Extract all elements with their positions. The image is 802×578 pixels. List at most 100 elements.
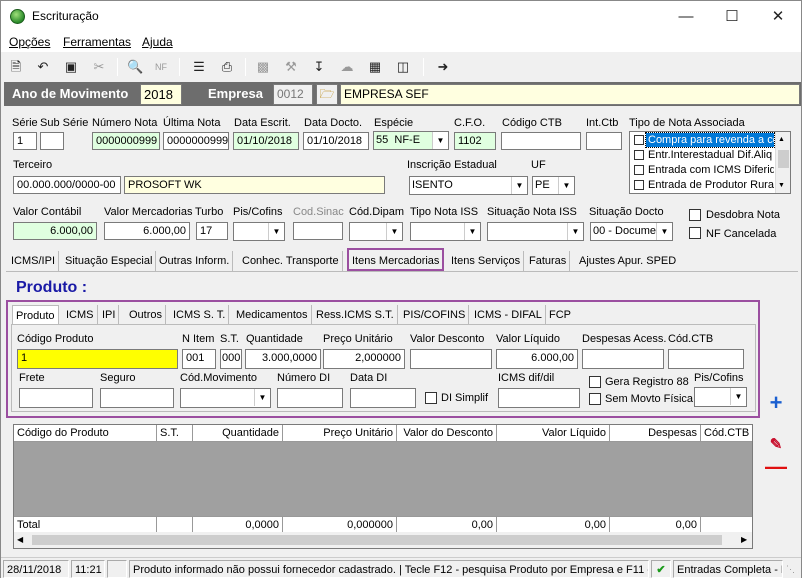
desdobra-checkbox[interactable] — [689, 209, 701, 221]
tipo-nota-scrollbar[interactable]: ▲ ▼ — [775, 132, 790, 193]
datadi-field[interactable] — [350, 388, 416, 408]
terceiro-code-field[interactable]: 00.000.000/0000-00 — [13, 176, 121, 194]
nfcancel-checkbox[interactable] — [689, 227, 701, 239]
maximize-button[interactable]: ☐ — [709, 1, 755, 32]
subtab-outros[interactable]: Outros — [126, 305, 167, 325]
nitem-field[interactable]: 001 — [182, 349, 216, 369]
codigo-ctb-field[interactable] — [501, 132, 581, 150]
save-icon[interactable]: ▣ — [63, 59, 79, 75]
ano-field[interactable]: 2018 — [140, 84, 182, 105]
st-field[interactable]: 000 — [220, 349, 242, 369]
turbo-field[interactable]: 17 — [196, 222, 228, 240]
numdi-field[interactable] — [277, 388, 343, 408]
preview-icon[interactable]: 🔍 — [127, 59, 143, 75]
columns-icon[interactable]: ◫ — [395, 59, 411, 75]
tab-conhec-transporte[interactable]: Conhec. Transporte — [239, 251, 343, 271]
preco-field[interactable]: 2,000000 — [323, 349, 405, 369]
minimize-button[interactable]: — — [663, 1, 709, 32]
delete-icon[interactable]: ✂ — [91, 59, 107, 75]
menu-ajuda[interactable]: Ajuda — [142, 35, 173, 49]
subtab-icms-difal[interactable]: ICMS - DIFAL — [471, 305, 546, 325]
ie-combo[interactable]: ISENTO ▼ — [409, 176, 528, 195]
col-valor-liquido[interactable]: Valor Líquido — [497, 425, 610, 441]
tab-icms-ipi[interactable]: ICMS/IPI — [8, 251, 60, 271]
col-despesas[interactable]: Despesas — [610, 425, 701, 441]
tipo-nota-list[interactable]: Compra para revenda a co Entr.Interestad… — [629, 131, 791, 194]
exit-icon[interactable]: ➜ — [435, 59, 451, 75]
subtab-ress-icms-st[interactable]: Ress.ICMS S.T. — [313, 305, 398, 325]
undo-icon[interactable]: ↶ — [35, 59, 51, 75]
especie-combo[interactable]: 55 NF-E ▼ — [373, 131, 449, 150]
nfe-icon[interactable]: NF — [153, 59, 169, 75]
sit-docto-combo[interactable]: 00 - Documen ▼ — [590, 222, 673, 241]
piscofins-combo[interactable]: ▼ — [694, 387, 747, 407]
subtab-pis-cofins[interactable]: PIS/COFINS — [400, 305, 470, 325]
valor-merc-field[interactable]: 6.000,00 — [104, 222, 190, 240]
numero-field[interactable]: 0000000999 — [92, 132, 160, 150]
cloud-icon[interactable]: ☁ — [339, 59, 355, 75]
tipo-nota-item-0[interactable]: Compra para revenda a co — [645, 132, 775, 148]
tool-icon[interactable]: ⚒ — [283, 59, 299, 75]
resize-grip-icon[interactable]: ⋱ — [786, 564, 795, 575]
tipo-nota-check-3[interactable] — [634, 180, 644, 190]
semmovto-checkbox[interactable] — [589, 393, 601, 405]
scroll-thumb[interactable] — [32, 535, 722, 545]
codmov-combo[interactable]: ▼ — [180, 388, 271, 408]
pis-combo[interactable]: ▼ — [233, 222, 285, 241]
serie-field[interactable]: 1 — [13, 132, 37, 150]
tipo-nota-item-2[interactable]: Entrada com ICMS Diferido — [648, 163, 774, 177]
tipo-iss-combo[interactable]: ▼ — [410, 222, 481, 241]
subtab-produto[interactable]: Produto — [12, 305, 59, 325]
int-ctb-field[interactable] — [586, 132, 622, 150]
tab-faturas[interactable]: Faturas — [526, 251, 571, 271]
ultima-field[interactable]: 0000000999 — [163, 132, 229, 150]
col-codigo-produto[interactable]: Código do Produto — [14, 425, 157, 441]
subtab-medicamentos[interactable]: Medicamentos — [233, 305, 312, 325]
cfo-field[interactable]: 1102 — [454, 132, 496, 150]
tab-itens-mercadorias[interactable]: Itens Mercadorias — [347, 248, 445, 271]
edit-item-button[interactable]: ✎ — [765, 434, 787, 456]
data-escrit-field[interactable]: 01/10/2018 — [233, 132, 299, 150]
tipo-nota-item-3[interactable]: Entrada de Produtor Rural — [648, 178, 774, 192]
tab-ajustes-sped[interactable]: Ajustes Apur. SPED — [576, 251, 679, 271]
scroll-left-icon[interactable]: ◀ — [17, 535, 23, 544]
tab-outras-inform[interactable]: Outras Inform. — [156, 251, 234, 271]
liquido-field[interactable]: 6.000,00 — [496, 349, 578, 369]
empresa-code-field[interactable]: 0012 — [273, 84, 313, 105]
sit-iss-combo[interactable]: ▼ — [487, 222, 584, 241]
building-icon[interactable]: ▩ — [255, 59, 271, 75]
menu-opcoes[interactable]: Opções — [9, 35, 50, 49]
list-icon[interactable]: ☰ — [191, 59, 207, 75]
col-valor-desconto[interactable]: Valor do Desconto — [397, 425, 497, 441]
subtab-ipi[interactable]: IPI — [99, 305, 120, 325]
folder-icon[interactable]: 🗁 — [316, 84, 338, 105]
scroll-right-icon[interactable]: ▶ — [741, 535, 747, 544]
remove-item-button[interactable]: — — [765, 456, 787, 479]
gera-checkbox[interactable] — [589, 376, 601, 388]
items-grid[interactable]: Código do Produto S.T. Quantidade Preço … — [13, 424, 753, 549]
subtab-icms-st[interactable]: ICMS S. T. — [170, 305, 230, 325]
disimpl-checkbox[interactable] — [425, 392, 437, 404]
coddipam-combo[interactable]: ▼ — [349, 222, 403, 241]
data-docto-field[interactable]: 01/10/2018 — [303, 132, 369, 150]
tipo-nota-check-0[interactable] — [634, 135, 644, 145]
codigo-produto-field[interactable]: 1 — [17, 349, 178, 369]
codctb-field[interactable] — [668, 349, 744, 369]
grid-hscrollbar[interactable]: ◀ ▶ — [14, 532, 752, 548]
col-preco-unitario[interactable]: Preço Unitário — [283, 425, 397, 441]
col-st[interactable]: S.T. — [157, 425, 193, 441]
seguro-field[interactable] — [100, 388, 174, 408]
uf-combo[interactable]: PE ▼ — [532, 176, 575, 195]
import-icon[interactable]: ↧ — [311, 59, 327, 75]
close-button[interactable]: ✕ — [755, 1, 801, 32]
subtab-fcp[interactable]: FCP — [546, 305, 574, 325]
frete-field[interactable] — [19, 388, 93, 408]
desconto-field[interactable] — [410, 349, 492, 369]
icmsdif-field[interactable] — [498, 388, 580, 408]
new-doc-icon[interactable]: 🗎 — [8, 59, 24, 75]
add-item-button[interactable]: + — [765, 392, 787, 414]
codsinac-field[interactable] — [293, 222, 343, 240]
menu-ferramentas[interactable]: Ferramentas — [63, 35, 131, 49]
subtab-icms[interactable]: ICMS — [63, 305, 98, 325]
tab-situacao-especial[interactable]: Situação Especial — [62, 251, 157, 271]
